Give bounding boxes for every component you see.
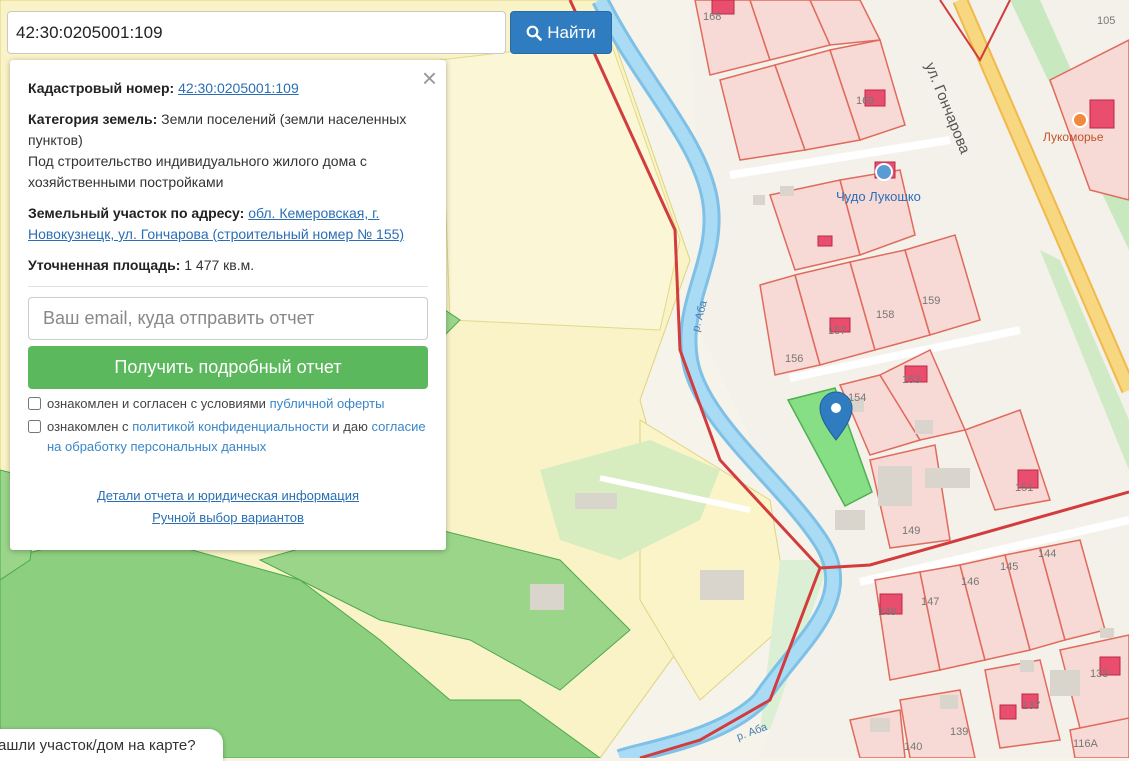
consent-offer-label: ознакомлен и согласен с условиями: [47, 396, 270, 411]
consent-privacy-text: ознакомлен с политикой конфиденциальност…: [47, 417, 428, 457]
area-label: Уточненная площадь:: [28, 257, 181, 273]
address-label: Земельный участок по адресу:: [28, 205, 245, 221]
found-on-map-button[interactable]: ашли участок/дом на карте?: [0, 729, 223, 761]
consent-offer-checkbox[interactable]: [28, 397, 41, 410]
consent-privacy-checkbox[interactable]: [28, 420, 41, 433]
consent-offer-text: ознакомлен и согласен с условиями публич…: [47, 394, 384, 414]
report-details-link[interactable]: Детали отчета и юридическая информация: [28, 485, 428, 507]
cadastral-label: Кадастровый номер:: [28, 80, 175, 96]
consent-privacy-row: ознакомлен с политикой конфиденциальност…: [28, 417, 428, 457]
consent-offer-row: ознакомлен и согласен с условиями публич…: [28, 394, 428, 414]
cadastral-row: Кадастровый номер: 42:30:0205001:109: [28, 78, 428, 99]
privacy-policy-link[interactable]: политикой конфиденциальности: [132, 419, 329, 434]
divider: [28, 286, 428, 287]
consent-privacy-label-2: и даю: [328, 419, 372, 434]
parcel-info-panel: × Кадастровый номер: 42:30:0205001:109 К…: [10, 60, 446, 550]
get-report-button[interactable]: Получить подробный отчет: [28, 346, 428, 389]
search-button-label: Найти: [547, 22, 596, 42]
manual-selection-link[interactable]: Ручной выбор вариантов: [28, 507, 428, 529]
consent-privacy-label: ознакомлен с: [47, 419, 133, 434]
search-button[interactable]: Найти: [510, 11, 612, 54]
area-row: Уточненная площадь: 1 477 кв.м.: [28, 255, 428, 276]
footer-links: Детали отчета и юридическая информация Р…: [28, 485, 428, 529]
usage-text: Под строительство индивидуального жилого…: [28, 153, 367, 190]
address-row: Земельный участок по адресу: обл. Кемеро…: [28, 203, 428, 245]
close-icon[interactable]: ×: [422, 65, 437, 91]
email-field[interactable]: [28, 297, 428, 340]
category-label: Категория земель:: [28, 111, 158, 127]
cadastral-search-input[interactable]: [7, 11, 506, 54]
cadastral-link[interactable]: 42:30:0205001:109: [178, 80, 299, 96]
category-row: Категория земель: Земли поселений (земли…: [28, 109, 428, 193]
public-offer-link[interactable]: публичной оферты: [270, 396, 385, 411]
area-value: 1 477 кв.м.: [184, 257, 255, 273]
search-icon: [526, 25, 543, 41]
